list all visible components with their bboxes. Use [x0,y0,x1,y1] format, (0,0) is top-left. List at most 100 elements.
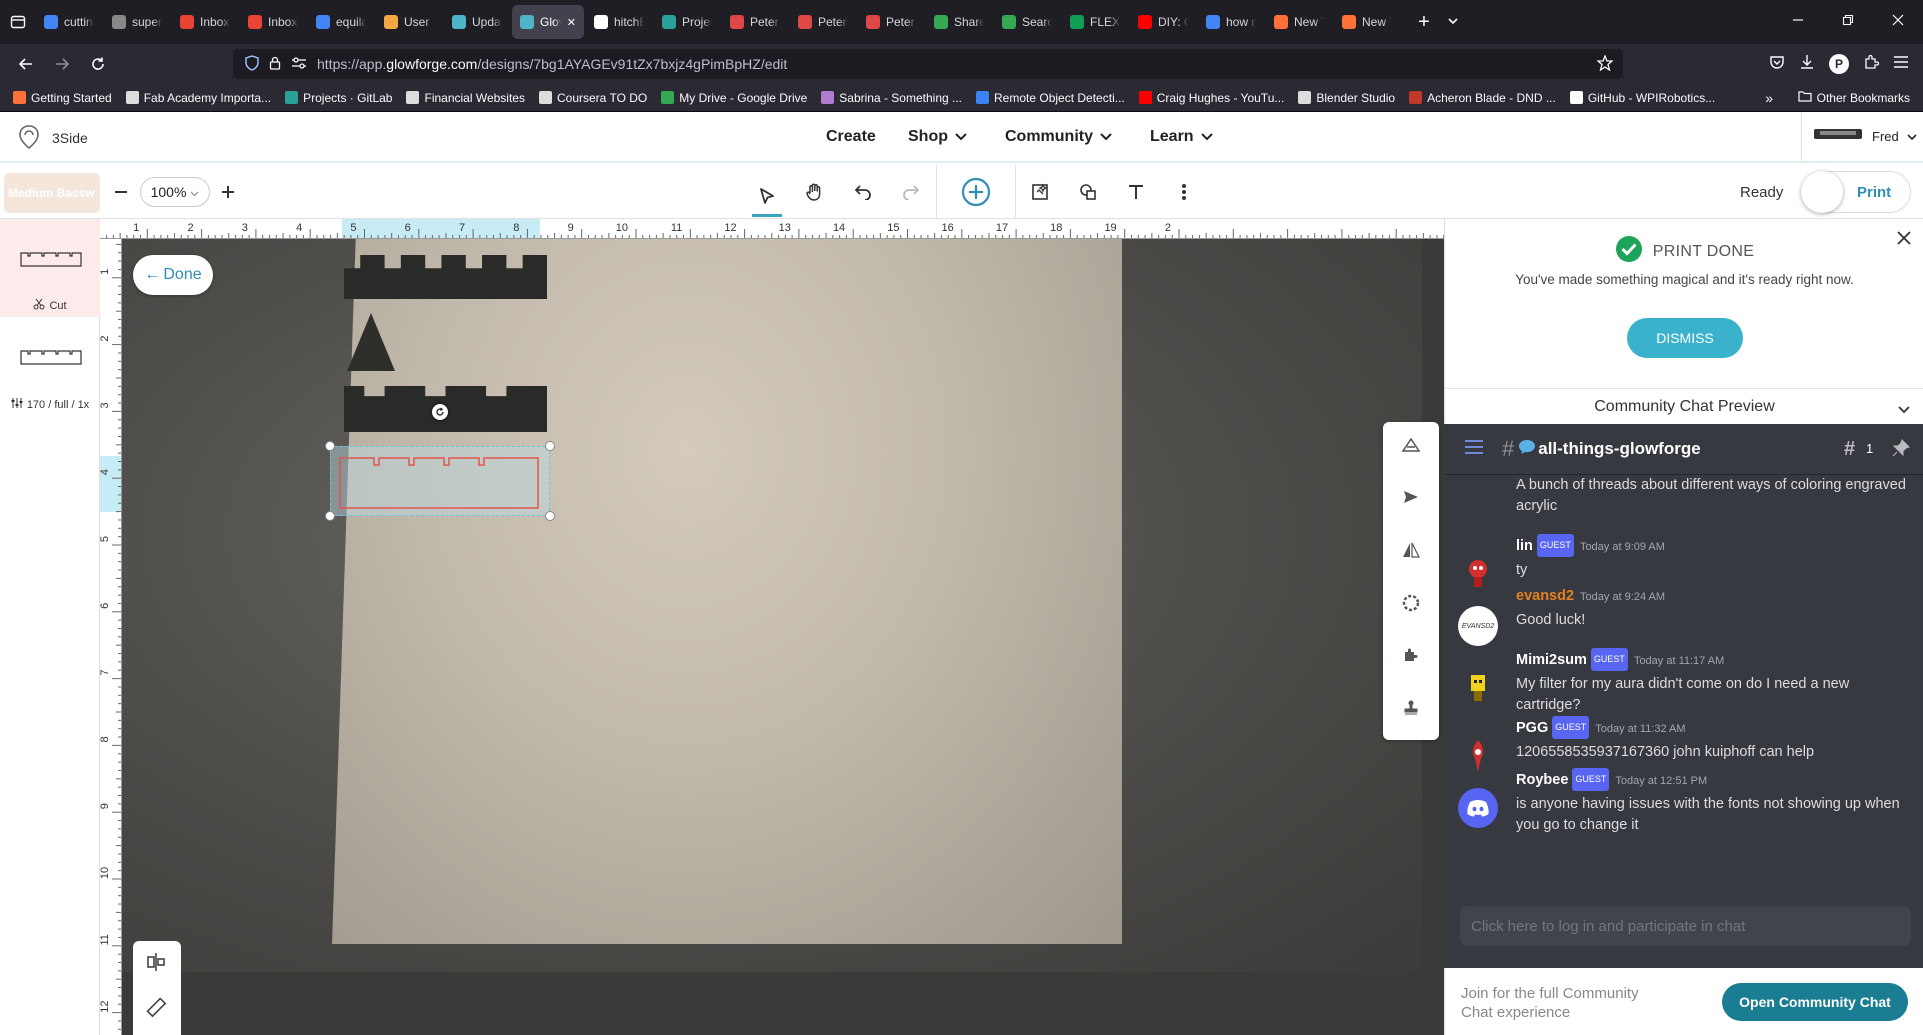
bookmark-item[interactable]: Blender Studio [1291,91,1402,105]
shapes-icon[interactable] [1073,177,1103,207]
resize-handle[interactable] [325,441,335,451]
browser-tab[interactable]: cutting [36,5,102,39]
step-engrave[interactable]: 170 / full / 1x [0,319,100,417]
browser-tab[interactable]: Peter P [722,5,788,39]
browser-tab[interactable]: Inbox ( [240,5,306,39]
send-icon[interactable] [1396,482,1426,512]
selected-design-bounding-box[interactable] [330,446,550,516]
avatar-red-character-icon[interactable] [1458,554,1498,594]
browser-tab[interactable]: Search [994,5,1060,39]
message-username[interactable]: evansd2 [1516,588,1574,604]
puzzle-icon[interactable] [1396,640,1426,670]
bookmark-item[interactable]: Coursera TO DO [532,91,654,105]
browser-tab[interactable]: Peter P [858,5,924,39]
menu-hamburger-icon[interactable] [1893,55,1909,74]
resize-handle[interactable] [545,441,555,451]
bookmark-item[interactable]: Fab Academy Importa... [119,91,278,105]
message-username[interactable]: PGG [1516,720,1548,736]
bookmark-star-icon[interactable] [1596,54,1614,74]
browser-tab[interactable]: equilat [308,5,374,39]
bookmarks-overflow-icon[interactable]: » [1765,90,1773,106]
permissions-icon[interactable] [291,56,307,72]
resize-handle[interactable] [545,511,555,521]
loading-spinner-icon[interactable] [1396,588,1426,618]
text-tool-icon[interactable] [1121,177,1151,207]
browser-tab[interactable]: hitchBC [586,5,652,39]
tracking-shield-icon[interactable] [245,54,259,74]
forward-arrow-icon[interactable] [48,50,76,78]
restore-icon[interactable] [1823,13,1873,31]
bookmark-item[interactable]: GitHub - WPIRobotics... [1563,91,1722,105]
close-tab-icon[interactable]: ✕ [567,16,576,29]
open-community-chat-button[interactable]: Open Community Chat [1722,983,1908,1021]
pan-hand-icon[interactable] [800,177,830,207]
lock-icon[interactable] [269,56,281,73]
print-button[interactable]: Print [1801,171,1911,213]
back-arrow-icon[interactable] [12,50,40,78]
profile-avatar-icon[interactable]: P [1829,54,1849,74]
glowforge-logo-icon[interactable] [17,124,41,155]
undo-icon[interactable] [848,177,878,207]
message-username[interactable]: Mimi2sum [1516,652,1587,668]
magic-canvas-icon[interactable] [1025,177,1055,207]
browser-tab[interactable]: New Ta [1266,5,1332,39]
bookmark-item[interactable]: Financial Websites [399,91,532,105]
user-menu[interactable]: Fred [1801,112,1923,161]
browser-tab[interactable]: Peter P [790,5,856,39]
bookmark-item[interactable]: Craig Hughes - YouTu... [1132,91,1292,105]
dismiss-button[interactable]: DISMISS [1627,318,1743,358]
flip-icon[interactable] [1396,535,1426,565]
browser-tab[interactable]: Glov✕ [512,5,584,39]
design-title[interactable]: 3Side [52,130,88,146]
redo-icon[interactable] [896,177,926,207]
bookmark-item[interactable]: Projects · GitLab [278,91,399,105]
message-username[interactable]: lin [1516,538,1533,554]
bookmark-item[interactable]: Acheron Blade - DND ... [1402,91,1563,105]
bookmark-item[interactable]: Sabrina - Something ... [814,91,969,105]
pocket-icon[interactable] [1769,54,1785,75]
reload-icon[interactable] [84,50,112,78]
rotate-handle-icon[interactable] [430,402,450,422]
zoom-out-button[interactable] [106,177,136,207]
extensions-icon[interactable] [1863,54,1880,75]
browser-tab[interactable]: User Pa [376,5,442,39]
pin-icon[interactable] [1892,439,1910,462]
bed-canvas[interactable]: ← Done [122,239,1444,1035]
other-bookmarks-folder[interactable]: Other Bookmarks [1791,90,1917,105]
browser-tab[interactable]: Inbox - [172,5,238,39]
message-username[interactable]: Roybee [1516,772,1568,788]
url-bar[interactable]: https://app.glowforge.com/designs/7bg1AY… [233,49,1623,79]
bookmark-item[interactable]: My Drive - Google Drive [654,91,814,105]
done-button[interactable]: ← Done [133,255,213,295]
browser-tab[interactable]: DIY: Cu [1130,5,1196,39]
browser-tab[interactable]: Project [654,5,720,39]
browser-tab[interactable]: how m [1198,5,1264,39]
chat-preview-header[interactable]: Community Chat Preview [1445,388,1923,424]
trace-icon[interactable] [1396,430,1426,460]
browser-tab[interactable]: New Ta [1334,5,1400,39]
threads-icon[interactable]: # [1844,438,1855,461]
browser-tab[interactable]: super b [104,5,170,39]
menu-create[interactable]: Create [826,128,876,146]
menu-community[interactable]: Community [1005,128,1112,146]
downloads-icon[interactable] [1799,54,1815,75]
menu-shop[interactable]: Shop [908,128,967,146]
resize-handle[interactable] [325,511,335,521]
material-badge[interactable]: Medium Bassw [4,173,100,213]
chat-login-input[interactable]: Click here to log in and participate in … [1460,906,1911,946]
step-cut[interactable]: Cut [0,219,100,317]
bookmark-item[interactable]: Getting Started [6,91,119,105]
minimize-icon[interactable] [1773,13,1823,31]
browser-tab[interactable]: Shared [926,5,992,39]
zoom-select[interactable]: 100% [140,177,210,207]
menu-learn[interactable]: Learn [1150,128,1213,146]
chevron-down-icon[interactable] [1898,401,1910,419]
browser-tab[interactable]: Update [444,5,510,39]
discord-avatar-icon[interactable] [1458,788,1498,828]
new-tab-button[interactable]: + [1410,11,1438,34]
select-tool-icon[interactable] [752,177,782,217]
zoom-in-button[interactable] [213,177,243,207]
close-window-icon[interactable] [1873,13,1923,31]
stamp-icon[interactable] [1396,692,1426,722]
more-options-icon[interactable] [1169,177,1199,207]
